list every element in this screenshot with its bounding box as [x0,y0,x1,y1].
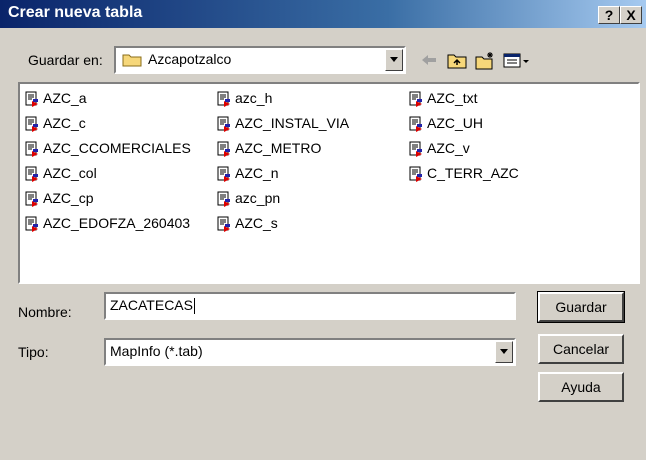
save-in-label: Guardar en: [28,52,103,68]
mapinfo-table-icon [217,141,230,157]
back-arrow-icon[interactable] [418,50,440,70]
type-value: MapInfo (*.tab) [110,343,203,359]
name-input[interactable]: ZACATECAS [104,292,516,320]
mapinfo-table-icon [217,91,230,107]
file-name: AZC_a [43,90,87,106]
close-button[interactable]: X [620,6,642,24]
mapinfo-table-icon [25,91,38,107]
mapinfo-table-icon [25,141,38,157]
mapinfo-table-icon [25,166,38,182]
file-name: AZC_METRO [235,140,322,156]
mapinfo-table-icon [25,216,38,232]
file-name: AZC_v [427,140,470,156]
cancel-button[interactable]: Cancelar [538,334,624,364]
mapinfo-table-icon [409,116,422,132]
file-name: AZC_EDOFZA_260403 [43,215,191,231]
file-name: AZC_INSTAL_VIA [235,115,350,131]
type-label: Tipo: [18,344,49,360]
file-name: azc_pn [235,190,281,206]
mapinfo-table-icon [25,116,38,132]
file-name: azc_h [235,90,273,106]
mapinfo-table-icon [217,191,230,207]
file-name: AZC_cp [43,190,94,206]
mapinfo-table-icon [217,216,230,232]
mapinfo-table-icon [409,91,422,107]
folder-icon [122,54,142,67]
chevron-down-icon[interactable] [495,341,513,363]
file-name: AZC_txt [427,90,478,106]
file-name: AZC_s [235,215,278,231]
file-name: AZC_c [43,115,86,131]
help-title-button[interactable]: ? [598,6,620,24]
name-label: Nombre: [18,304,72,320]
type-dropdown[interactable]: MapInfo (*.tab) [104,338,516,366]
title-bar: Crear nueva tabla ? X [0,0,646,28]
file-name: AZC_n [235,165,279,181]
save-in-dropdown[interactable]: Azcapotzalco [114,46,406,74]
mapinfo-table-icon [409,141,422,157]
text-cursor [193,298,195,315]
file-name: AZC_CCOMERCIALES [43,140,191,156]
name-input-value: ZACATECAS [110,297,193,313]
new-folder-icon[interactable] [474,50,496,70]
mapinfo-table-icon [217,166,230,182]
up-folder-icon[interactable] [446,50,468,70]
mapinfo-table-icon [217,116,230,132]
file-name: AZC_col [43,165,97,181]
window-title: Crear nueva tabla [8,4,143,21]
file-list[interactable]: AZC_a AZC_c AZC_CCOMERCIALES AZC_col AZC… [18,82,640,284]
save-button[interactable]: Guardar [537,291,625,323]
chevron-down-icon[interactable] [385,49,403,71]
file-name: AZC_UH [427,115,484,131]
save-in-value: Azcapotzalco [148,51,232,67]
file-name: C_TERR_AZC [427,165,519,181]
mapinfo-table-icon [409,166,422,182]
view-menu-icon[interactable] [502,50,532,70]
help-button[interactable]: Ayuda [538,372,624,402]
mapinfo-table-icon [25,191,38,207]
